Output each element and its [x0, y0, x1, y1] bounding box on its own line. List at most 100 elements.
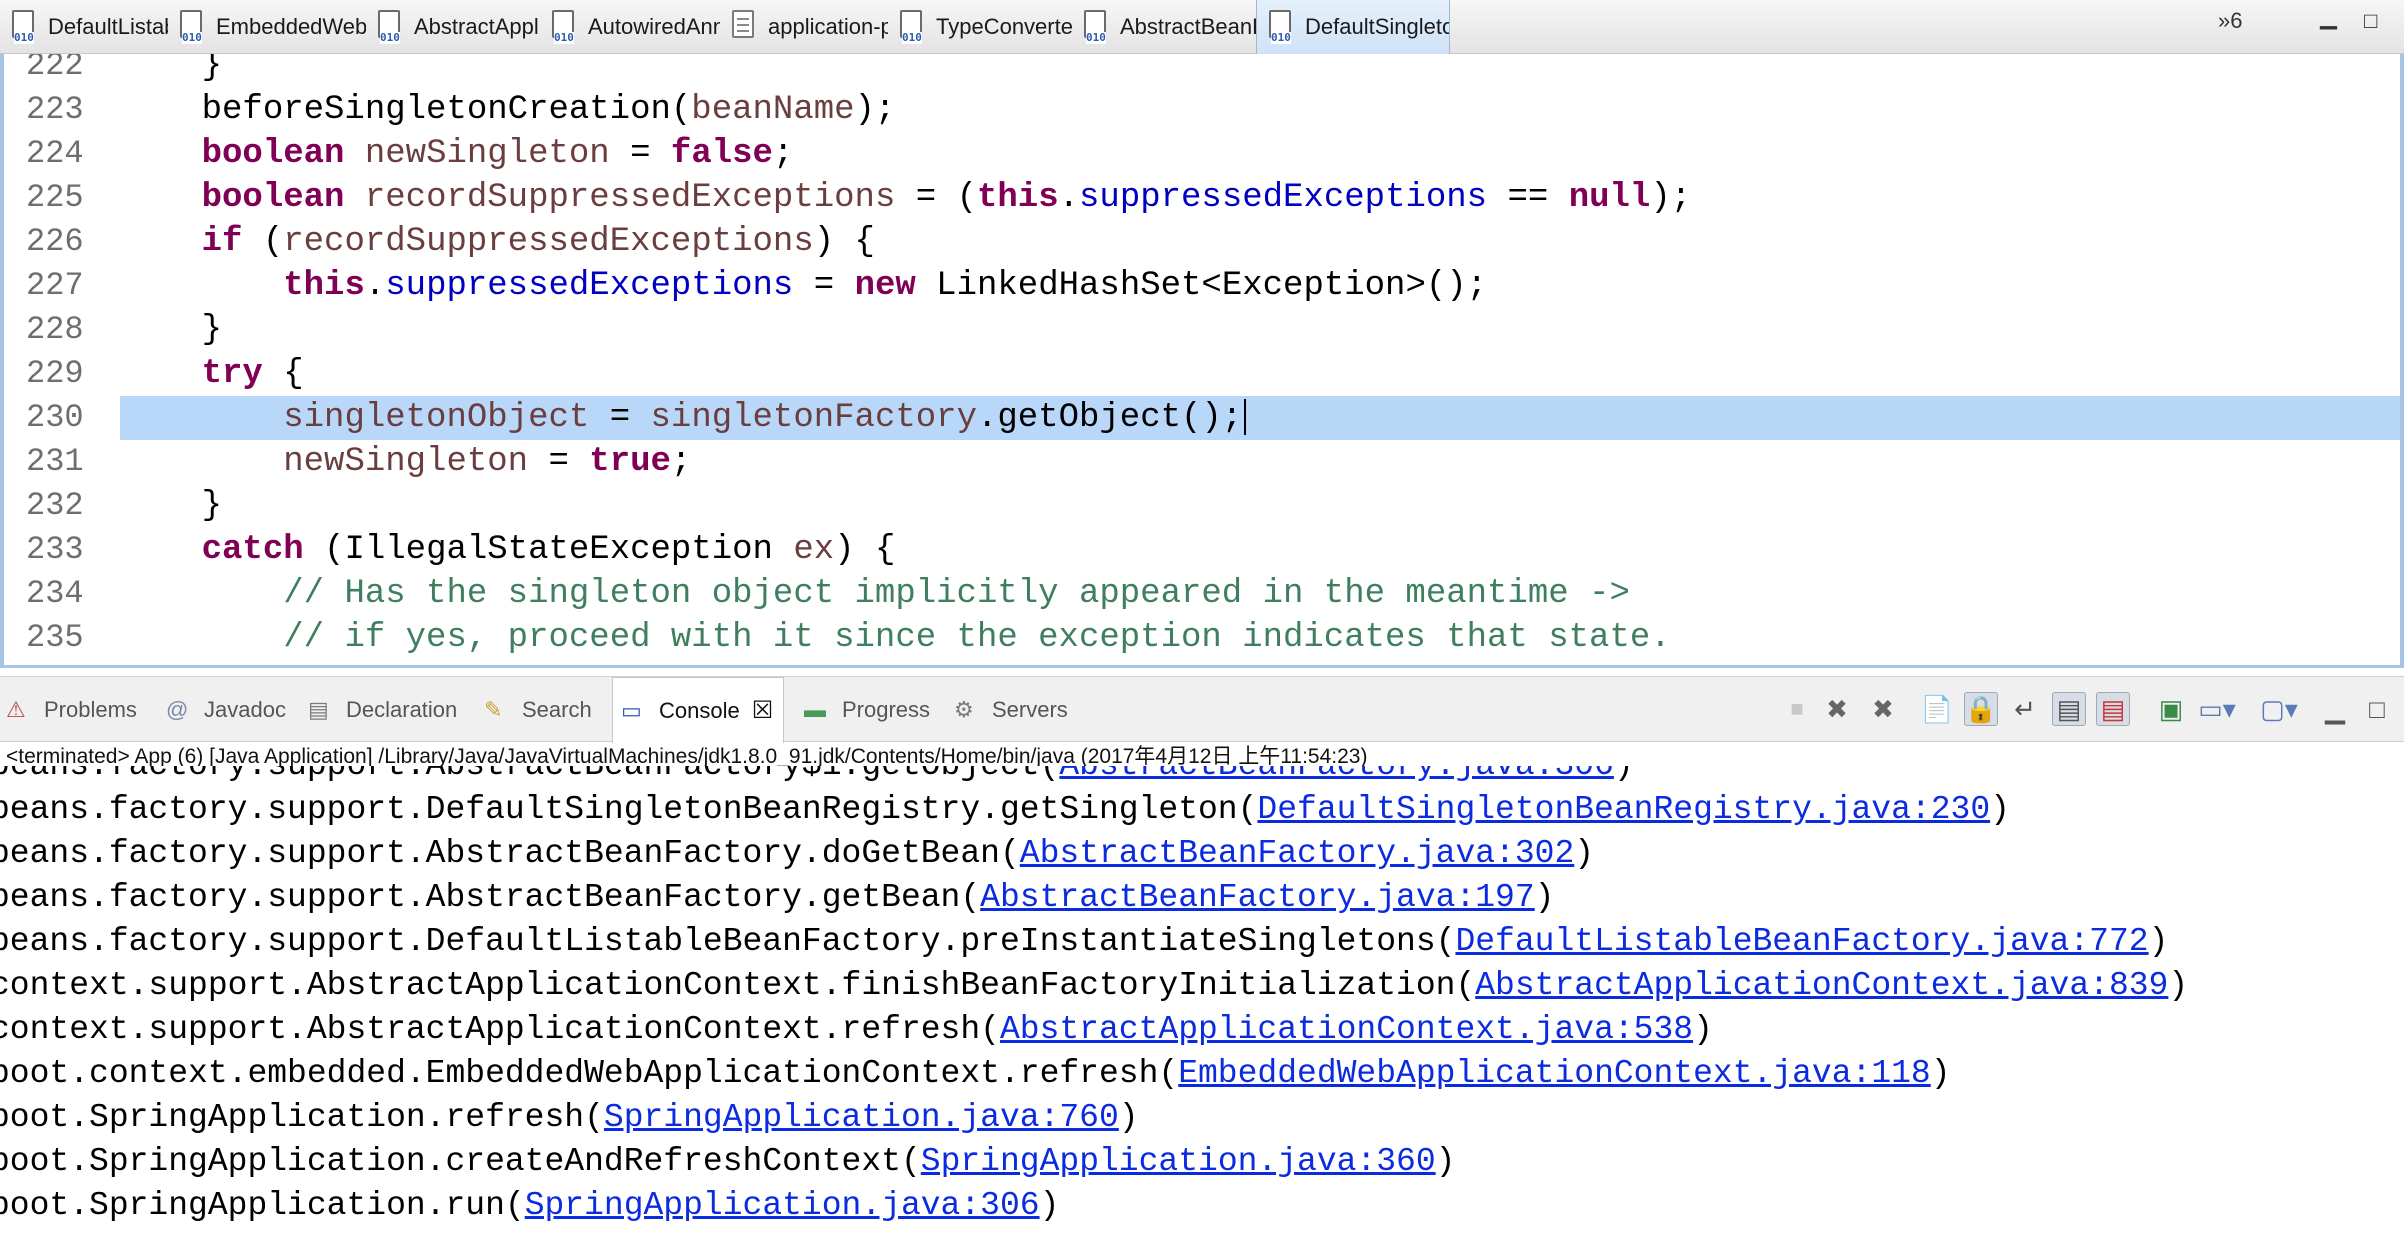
code-text: } — [120, 54, 223, 85]
line-number: 230 — [26, 399, 84, 436]
stack-frame-tail: ) — [1930, 1055, 1951, 1092]
text-caret — [1244, 399, 1247, 436]
word-wrap-icon[interactable]: ↵ — [2008, 692, 2042, 726]
editor-tab-label: TypeConverterDe — [936, 14, 1072, 39]
code-text: boolean recordSuppressedExceptions = (th… — [201, 179, 1692, 217]
tab-overflow-button[interactable]: »6 — [2218, 8, 2242, 34]
class-file-icon: 010 — [1267, 10, 1297, 44]
code-line[interactable]: 233 catch (IllegalStateException ex) { — [4, 528, 2400, 572]
source-link[interactable]: SpringApplication.java:760 — [604, 1099, 1119, 1136]
code-text: beforeSingletonCreation(beanName); — [120, 91, 896, 129]
view-tab-javadoc[interactable]: @ Javadoc — [166, 677, 286, 743]
line-number: 223 — [26, 91, 84, 128]
view-tab-progress[interactable]: ▬ Progress — [804, 677, 930, 743]
class-file-icon: 010 — [10, 10, 40, 44]
editor-tab-label: DefaultListable — [48, 14, 168, 39]
source-link[interactable]: AbstractBeanFactory.java:302 — [1020, 835, 1575, 872]
code-line[interactable]: 226 if (recordSuppressedExceptions) { — [4, 220, 2400, 264]
pin-console-icon[interactable]: ▣ — [2154, 692, 2188, 726]
console-line: beans.factory.support.DefaultSingletonBe… — [0, 788, 2010, 832]
source-link[interactable]: SpringApplication.java:306 — [525, 1187, 1040, 1224]
editor-tab-4[interactable]: 010 AutowiredAnnota — [540, 0, 720, 54]
editor-tab-label: AutowiredAnnota — [588, 14, 720, 39]
code-line[interactable]: 228 } — [4, 308, 2400, 352]
editor-tab-8[interactable]: 010DefaultSingleto☒ — [1256, 0, 1450, 54]
view-tab-search[interactable]: ✎ Search — [484, 677, 592, 743]
minimize-icon[interactable]: ▁ — [2318, 692, 2352, 726]
stack-frame-text: context.support.AbstractApplicationConte… — [0, 1011, 1000, 1048]
stack-frame-tail: ) — [1118, 1099, 1139, 1136]
source-link[interactable]: EmbeddedWebApplicationContext.java:118 — [1178, 1055, 1931, 1092]
source-link[interactable]: DefaultSingletonBeanRegistry.java:230 — [1257, 791, 1990, 828]
source-link[interactable]: SpringApplication.java:360 — [921, 1143, 1436, 1180]
remove-launch-icon[interactable]: ✖ — [1820, 692, 1854, 726]
display-console-icon[interactable]: ▭▾ — [2198, 692, 2236, 726]
editor-tab-7[interactable]: 010 AbstractBeanFac — [1072, 0, 1256, 54]
class-file-icon: 010 — [178, 10, 208, 44]
view-tab-console[interactable]: ▭ Console ☒ — [612, 677, 785, 743]
editor-minimize-icon[interactable]: ▁ — [2320, 4, 2337, 30]
view-tab-servers[interactable]: ⚙ Servers — [954, 677, 1068, 743]
stack-frame-text: boot.SpringApplication.refresh( — [0, 1099, 604, 1136]
stack-frame-text: boot.context.embedded.EmbeddedWebApplica… — [0, 1055, 1179, 1092]
progress-icon: ▬ — [804, 697, 826, 722]
code-line[interactable]: 232 } — [4, 484, 2400, 528]
view-tab-label: Problems — [44, 697, 137, 722]
close-view-icon[interactable]: ☒ — [752, 696, 774, 725]
source-link[interactable]: AbstractBeanFactory.java:306 — [1059, 766, 1614, 784]
maximize-icon[interactable]: □ — [2360, 692, 2394, 726]
view-tab-declaration[interactable]: ▤ Declaration — [308, 677, 457, 743]
problems-icon: ⚠ — [6, 697, 26, 722]
source-link[interactable]: AbstractApplicationContext.java:538 — [1000, 1011, 1693, 1048]
editor-tab-label: AbstractBeanFac — [1120, 14, 1256, 39]
search-icon: ✎ — [484, 697, 503, 722]
code-text: newSingleton = true; — [283, 443, 692, 481]
line-number: 229 — [26, 355, 84, 392]
code-text: } — [120, 311, 223, 349]
code-editor[interactable]: 222 } 223 beforeSingletonCreation(beanNam… — [0, 54, 2404, 668]
servers-icon: ⚙ — [954, 697, 974, 722]
editor-tab-2[interactable]: 010 EmbeddedWebAppl — [168, 0, 366, 54]
code-line[interactable]: 235 // if yes, proceed with it since the… — [4, 616, 2400, 660]
editor-tab-3[interactable]: 010 AbstractApplica — [366, 0, 540, 54]
code-line[interactable]: 229 try { — [4, 352, 2400, 396]
view-tab-problems[interactable]: ⚠ Problems — [6, 677, 137, 743]
view-tab-label: Search — [522, 697, 592, 722]
scroll-lock-icon[interactable]: 🔒 — [1964, 692, 1998, 726]
terminate-icon[interactable]: ■ — [1780, 692, 1814, 726]
stack-frame-text: boot.SpringApplication.run( — [0, 1187, 525, 1224]
code-text: this.suppressedExceptions = new LinkedHa… — [283, 267, 1488, 305]
remove-all-terminated-icon[interactable]: ✖ — [1866, 692, 1900, 726]
code-line[interactable]: 222 } — [4, 54, 2400, 88]
console-output[interactable]: beans.factory.support.AbstractBeanFactor… — [0, 766, 2404, 1234]
code-text: if (recordSuppressedExceptions) { — [201, 223, 875, 261]
code-text: boolean newSingleton = false; — [201, 135, 794, 173]
source-link[interactable]: DefaultListableBeanFactory.java:772 — [1455, 923, 2148, 960]
show-on-stdout-icon[interactable]: ▤ — [2052, 692, 2086, 726]
code-line[interactable]: 224 boolean newSingleton = false; — [4, 132, 2400, 176]
editor-tab-bar: 010 DefaultListable 010 EmbeddedWebAppl 010 A… — [0, 0, 2404, 54]
view-tab-bar: ⚠ Problems @ Javadoc ▤ Declaration ✎ Search ▭ Con… — [0, 676, 2404, 743]
code-line[interactable]: 225 boolean recordSuppressedExceptions =… — [4, 176, 2400, 220]
source-link[interactable]: AbstractApplicationContext.java:839 — [1475, 967, 2168, 1004]
view-tab-label: Console — [659, 697, 740, 723]
open-console-icon[interactable]: ▢▾ — [2260, 692, 2298, 726]
clear-console-icon[interactable]: 📄 — [1920, 692, 1954, 726]
code-line[interactable]: 223 beforeSingletonCreation(beanName); — [4, 88, 2400, 132]
editor-tab-1[interactable]: 010 DefaultListable — [0, 0, 168, 54]
code-line[interactable]: 234 // Has the singleton object implicit… — [4, 572, 2400, 616]
code-line[interactable]: 227 this.suppressedExceptions = new Link… — [4, 264, 2400, 308]
editor-tab-5[interactable]: application-pro — [720, 0, 888, 54]
code-line[interactable]: 230 singletonObject = singletonFactory.g… — [4, 396, 2400, 440]
editor-tab-label: AbstractApplica — [414, 14, 540, 39]
code-line[interactable]: 231 newSingleton = true; — [4, 440, 2400, 484]
console-line: beans.factory.support.AbstractBeanFactor… — [0, 876, 1554, 920]
source-link[interactable]: AbstractBeanFactory.java:197 — [980, 879, 1535, 916]
properties-file-icon — [730, 10, 760, 44]
editor-tab-6[interactable]: 010 TypeConverterDe — [888, 0, 1072, 54]
show-on-stderr-icon[interactable]: ▤ — [2096, 692, 2130, 726]
editor-maximize-icon[interactable]: □ — [2364, 8, 2377, 34]
view-tab-label: Declaration — [346, 697, 458, 722]
class-file-icon: 010 — [376, 10, 406, 44]
stack-frame-tail: ) — [1435, 1143, 1456, 1180]
